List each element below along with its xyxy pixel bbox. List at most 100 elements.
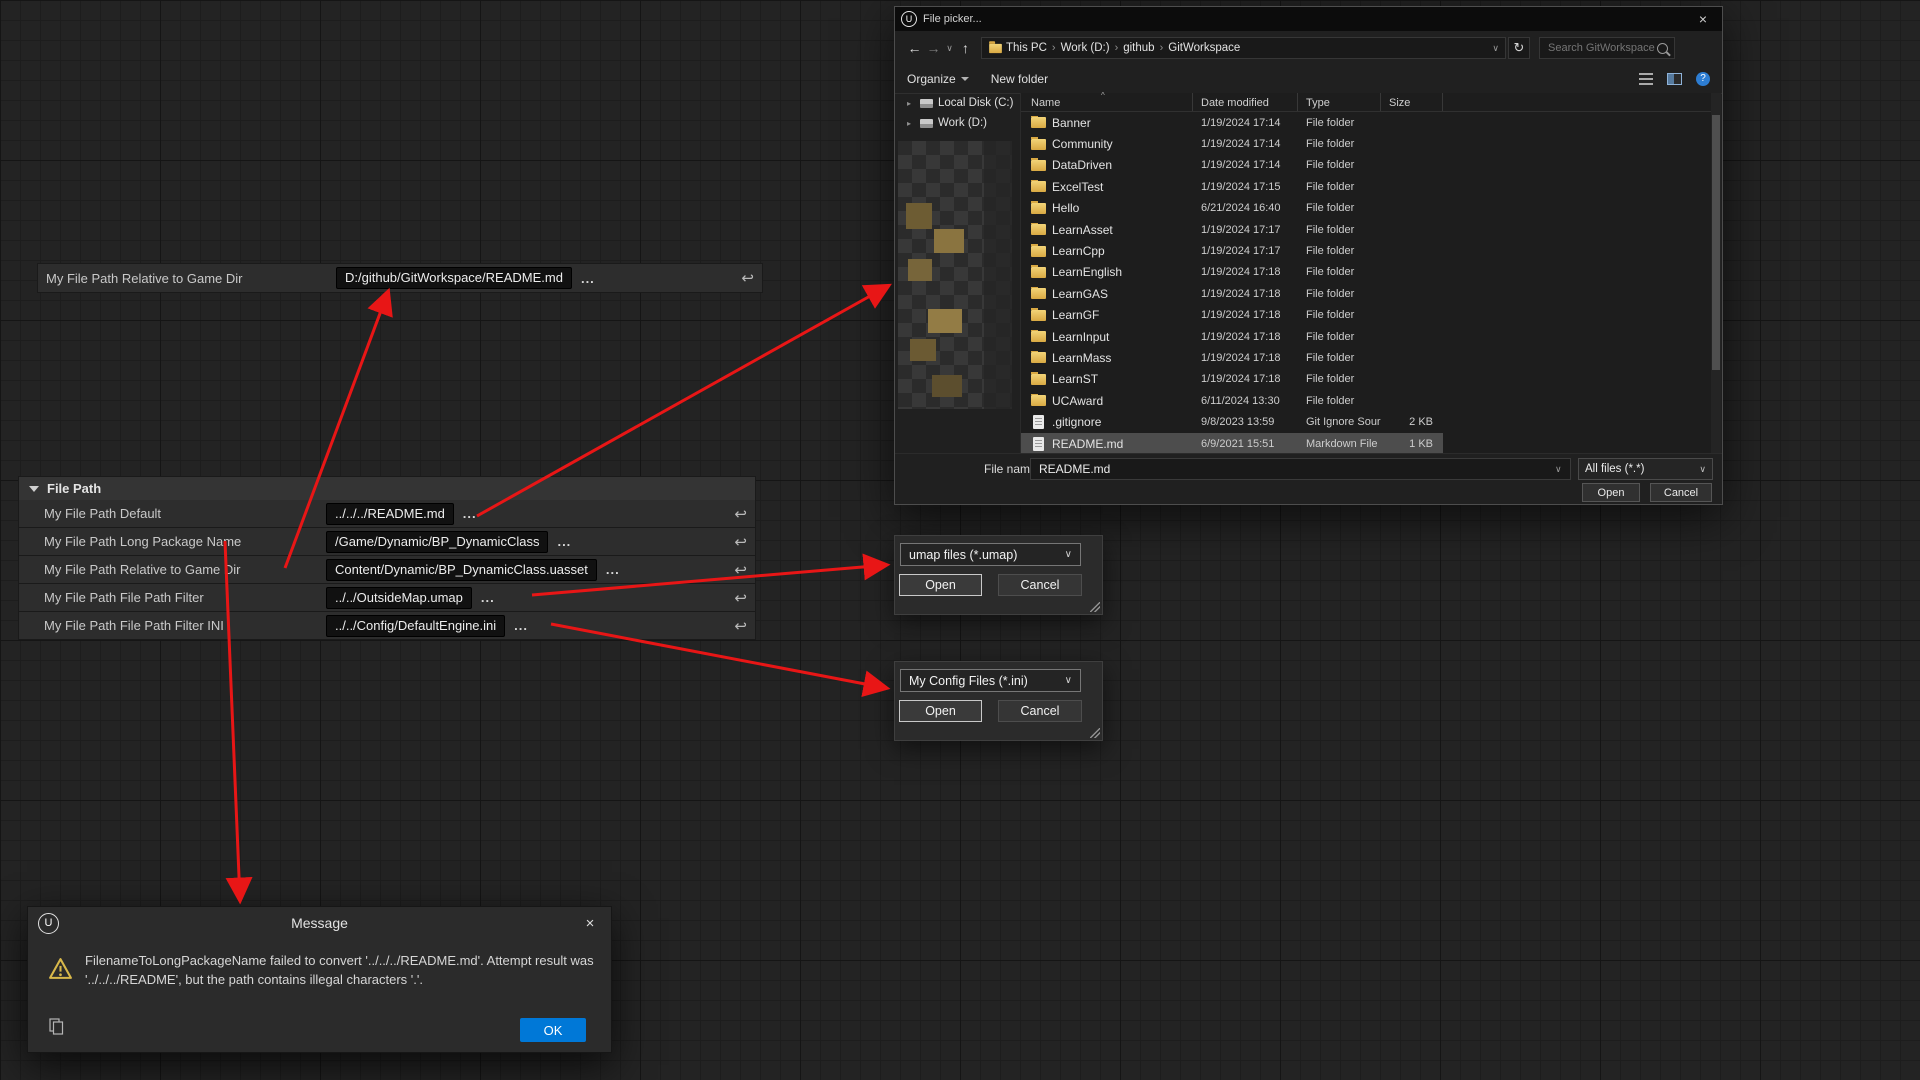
column-header-date-modified[interactable]: Date modified [1193,93,1298,111]
file-list-row[interactable]: LearnST 1/19/2024 17:18 File folder [1021,369,1443,390]
file-type-select[interactable]: All files (*.*) ∨ [1578,458,1713,480]
cancel-button[interactable]: Cancel [998,700,1082,722]
file-list-row[interactable]: UCAward 6/11/2024 13:30 File folder [1021,390,1443,411]
close-icon[interactable]: × [579,915,601,932]
open-button[interactable]: Open [899,574,982,596]
redacted-block [928,309,962,333]
change-view-icon[interactable] [1639,73,1653,85]
cancel-button[interactable]: Cancel [1650,483,1712,502]
breadcrumb-this-pc[interactable]: This PC [1003,42,1050,54]
revert-to-default-icon[interactable]: ↩ [734,505,747,523]
browse-ellipsis-button[interactable]: ... [557,534,571,549]
file-path-value-box[interactable]: /Game/Dynamic/BP_DynamicClass [326,531,548,553]
vertical-scrollbar[interactable] [1711,93,1721,453]
breadcrumb-github[interactable]: github [1120,42,1157,54]
file-list-row[interactable]: LearnEnglish 1/19/2024 17:18 File folder [1021,262,1443,283]
browse-ellipsis-button[interactable]: ... [481,590,495,605]
organize-button[interactable]: Organize [907,72,969,86]
recent-locations-chevron-icon[interactable]: ∨ [943,43,956,54]
file-path-value-box[interactable]: ../../Config/DefaultEngine.ini [326,615,505,637]
expander-icon[interactable]: ▸ [907,99,915,108]
file-type-icon [1031,139,1046,150]
file-name-input[interactable] [1030,458,1571,480]
file-list-row[interactable]: LearnInput 1/19/2024 17:18 File folder [1021,326,1443,347]
revert-to-default-icon[interactable]: ↩ [734,617,747,635]
copy-to-clipboard-icon[interactable] [49,1018,64,1040]
file-path-value-box[interactable]: ../../OutsideMap.umap [326,587,472,609]
revert-to-default-icon[interactable]: ↩ [734,561,747,579]
file-path-value-box[interactable]: Content/Dynamic/BP_DynamicClass.uasset [326,559,597,581]
redacted-block [910,339,936,361]
titlebar[interactable]: U File picker... × [895,7,1722,31]
file-list-row[interactable]: .gitignore 9/8/2023 13:59 Git Ignore Sou… [1021,411,1443,432]
file-type: File folder [1298,395,1381,407]
file-list-row[interactable]: LearnCpp 1/19/2024 17:17 File folder [1021,240,1443,261]
browse-ellipsis-button[interactable]: ... [514,618,528,633]
browse-ellipsis-button[interactable]: ... [606,562,620,577]
expander-icon[interactable]: ▸ [907,119,915,128]
breadcrumb-gitworkspace[interactable]: GitWorkspace [1165,42,1243,54]
file-path-value-box[interactable]: D:/github/GitWorkspace/README.md [336,267,572,289]
close-icon[interactable]: × [1690,11,1716,27]
window-title: File picker... [923,13,1690,25]
file-date-modified: 1/19/2024 17:18 [1193,288,1298,300]
file-name-dropdown-chevron-icon[interactable]: ∨ [1555,464,1562,475]
resize-grip[interactable] [1090,728,1100,738]
address-dropdown-chevron-icon[interactable]: ∨ [1492,43,1499,54]
file-type-icon [1031,288,1046,299]
search-box[interactable] [1539,37,1675,59]
file-list-row[interactable]: ExcelTest 1/19/2024 17:15 File folder [1021,176,1443,197]
browse-ellipsis-button[interactable]: ... [581,271,595,286]
file-list-row[interactable]: Community 1/19/2024 17:14 File folder [1021,133,1443,154]
new-folder-button[interactable]: New folder [991,72,1048,86]
file-list-row[interactable]: LearnAsset 1/19/2024 17:17 File folder [1021,219,1443,240]
cancel-button[interactable]: Cancel [998,574,1082,596]
file-list-row[interactable]: DataDriven 1/19/2024 17:14 File folder [1021,155,1443,176]
file-list-row[interactable]: Hello 6/21/2024 16:40 File folder [1021,198,1443,219]
file-list-row[interactable]: LearnGF 1/19/2024 17:18 File folder [1021,305,1443,326]
open-button[interactable]: Open [899,700,982,722]
file-type-icon [1031,117,1046,128]
picker-footer: File name: ∨ All files (*.*) ∨ Open Canc… [895,453,1722,504]
open-button[interactable]: Open [1582,483,1640,502]
file-type-icon [1031,352,1046,363]
file-type: Git Ignore Source ... [1298,416,1381,428]
help-icon[interactable]: ? [1696,72,1710,86]
file-type-filter-select[interactable]: umap files (*.umap) ∨ [900,543,1081,566]
back-icon[interactable]: ← [905,40,924,56]
file-name: .gitignore [1052,415,1101,429]
command-toolbar: Organize New folder ? [895,65,1722,94]
sidebar-item-local-disk-c[interactable]: ▸ Local Disk (C:) [895,93,1020,113]
file-date-modified: 1/19/2024 17:17 [1193,224,1298,236]
column-header-type[interactable]: Type [1298,93,1381,111]
titlebar[interactable]: U Message × [28,907,611,939]
forward-icon[interactable]: → [924,40,943,56]
folder-icon [989,43,1002,52]
resize-grip[interactable] [1090,602,1100,612]
scrollbar-thumb[interactable] [1712,115,1720,370]
search-input[interactable] [1546,41,1657,55]
file-list-row[interactable]: README.md 6/9/2021 15:51 Markdown File 1… [1021,433,1443,454]
revert-to-default-icon[interactable]: ↩ [734,589,747,607]
section-header-file-path[interactable]: File Path [18,476,756,500]
property-label: My File Path Relative to Game Dir [38,271,336,286]
breadcrumb[interactable]: This PC › Work (D:) › github › GitWorksp… [981,37,1506,59]
file-rows: Banner 1/19/2024 17:14 File folder Commu… [1021,112,1443,454]
refresh-icon[interactable]: ↻ [1508,37,1530,59]
column-header-name[interactable]: Name [1021,93,1193,111]
file-type-filter-select[interactable]: My Config Files (*.ini) ∨ [900,669,1081,692]
file-date-modified: 9/8/2023 13:59 [1193,416,1298,428]
breadcrumb-work-d[interactable]: Work (D:) [1058,42,1113,54]
revert-to-default-icon[interactable]: ↩ [734,533,747,551]
preview-pane-icon[interactable] [1667,73,1682,85]
sidebar-item-work-d[interactable]: ▸ Work (D:) [895,113,1020,133]
ok-button[interactable]: OK [520,1018,586,1042]
file-list-row[interactable]: Banner 1/19/2024 17:14 File folder [1021,112,1443,133]
browse-ellipsis-button[interactable]: ... [463,506,477,521]
file-list-row[interactable]: LearnGAS 1/19/2024 17:18 File folder [1021,283,1443,304]
revert-to-default-icon[interactable]: ↩ [741,269,754,287]
column-header-size[interactable]: Size [1381,93,1443,111]
up-icon[interactable]: ↑ [956,40,975,56]
file-list-row[interactable]: LearnMass 1/19/2024 17:18 File folder [1021,347,1443,368]
file-path-value-box[interactable]: ../../../README.md [326,503,454,525]
